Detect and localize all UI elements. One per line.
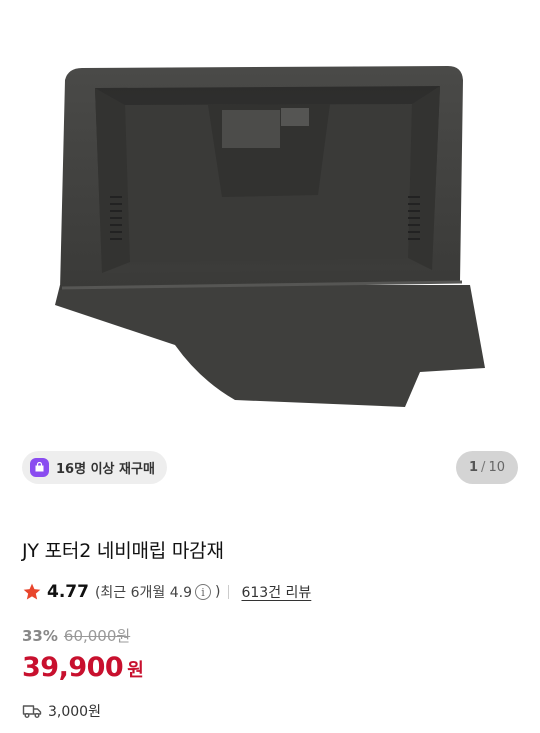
discount-rate: 33% — [22, 627, 58, 645]
repurchase-text: 16명 이상 재구매 — [56, 462, 155, 477]
pager-total: 10 — [488, 460, 505, 475]
rating-row: 4.77 (최근 6개월 4.9 i ) 613건 리뷰 — [22, 580, 311, 604]
reviews-link[interactable]: 613건 리뷰 — [241, 582, 311, 602]
sale-price-row: 39,900 원 — [22, 652, 144, 683]
price-unit: 원 — [127, 660, 144, 681]
product-image[interactable] — [0, 0, 540, 510]
pager-separator: / — [481, 460, 486, 475]
recent-rating: (최근 6개월 4.9 i ) — [94, 582, 221, 602]
shipping-fee: 3,000원 — [48, 704, 101, 720]
original-price: 60,000원 — [63, 627, 131, 645]
info-icon[interactable]: i — [195, 584, 212, 600]
rating-value: 4.77 — [47, 582, 89, 602]
shopping-bag-icon — [30, 458, 49, 477]
shipping-info: 3,000원 — [22, 701, 101, 721]
recent-rating-close: ) — [215, 584, 221, 600]
image-pager[interactable]: 1 / 10 — [456, 451, 518, 484]
star-icon — [23, 583, 41, 600]
pager-current: 1 — [469, 460, 479, 475]
recent-rating-text: (최근 6개월 4.9 — [94, 585, 193, 601]
product-photo — [55, 66, 485, 407]
truck-icon — [22, 705, 42, 718]
product-title: JY 포터2 네비매립 마감재 — [22, 540, 224, 562]
original-price-row: 33% 60,000원 — [22, 625, 130, 646]
divider — [228, 585, 230, 599]
repurchase-badge: 16명 이상 재구매 — [22, 451, 167, 484]
sale-price: 39,900 — [22, 652, 124, 683]
